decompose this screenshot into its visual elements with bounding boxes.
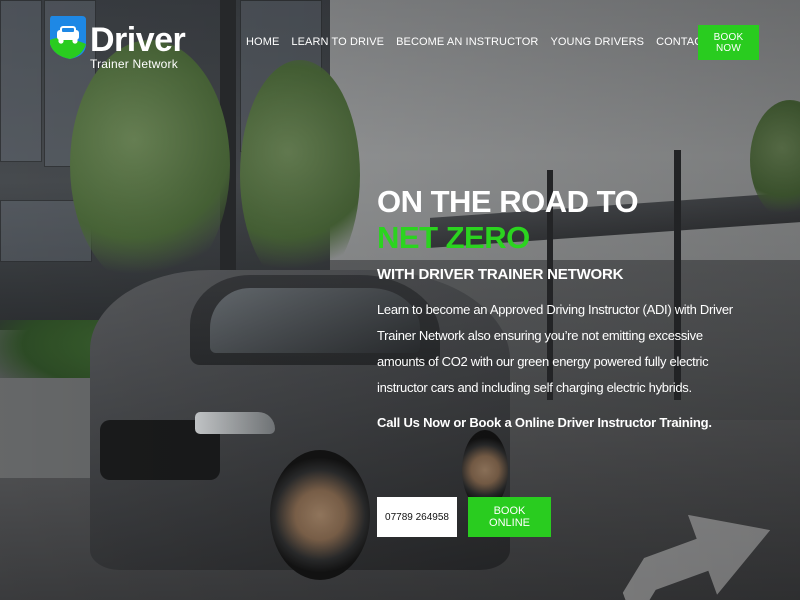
brand-title: Driver (90, 21, 186, 59)
hero-paragraph: Learn to become an Approved Driving Inst… (377, 302, 733, 395)
car-badge-icon (48, 14, 88, 60)
hero-heading: ON THE ROAD TO NET ZERO (377, 184, 757, 256)
hero-section: Driver Trainer Network HOME LEARN TO DRI… (0, 0, 800, 600)
book-now-button[interactable]: BOOK NOW (698, 25, 759, 60)
nav-learn-to-drive[interactable]: LEARN TO DRIVE (291, 36, 384, 48)
nav-become-an-instructor[interactable]: BECOME AN INSTRUCTOR (396, 36, 538, 48)
hero-cta-text: Call Us Now or Book a Online Driver Inst… (377, 415, 712, 430)
hero-subheading: WITH DRIVER TRAINER NETWORK (377, 266, 624, 283)
phone-button[interactable]: 07789 264958 (377, 497, 457, 537)
nav-home[interactable]: HOME (246, 36, 279, 48)
hero-buttons: 07789 264958 BOOK ONLINE (377, 497, 551, 537)
logo-link[interactable]: Driver Trainer Network (48, 14, 188, 74)
brand-subtitle: Trainer Network (90, 57, 178, 71)
hero-heading-line2: NET ZERO (377, 220, 530, 255)
nav-young-drivers[interactable]: YOUNG DRIVERS (550, 36, 644, 48)
site-header: Driver Trainer Network HOME LEARN TO DRI… (0, 0, 800, 80)
main-nav: HOME LEARN TO DRIVE BECOME AN INSTRUCTOR… (246, 36, 728, 48)
hero-heading-line1: ON THE ROAD TO (377, 184, 639, 219)
book-online-button[interactable]: BOOK ONLINE (468, 497, 551, 537)
hero-content: ON THE ROAD TO NET ZERO WITH DRIVER TRAI… (377, 184, 757, 430)
